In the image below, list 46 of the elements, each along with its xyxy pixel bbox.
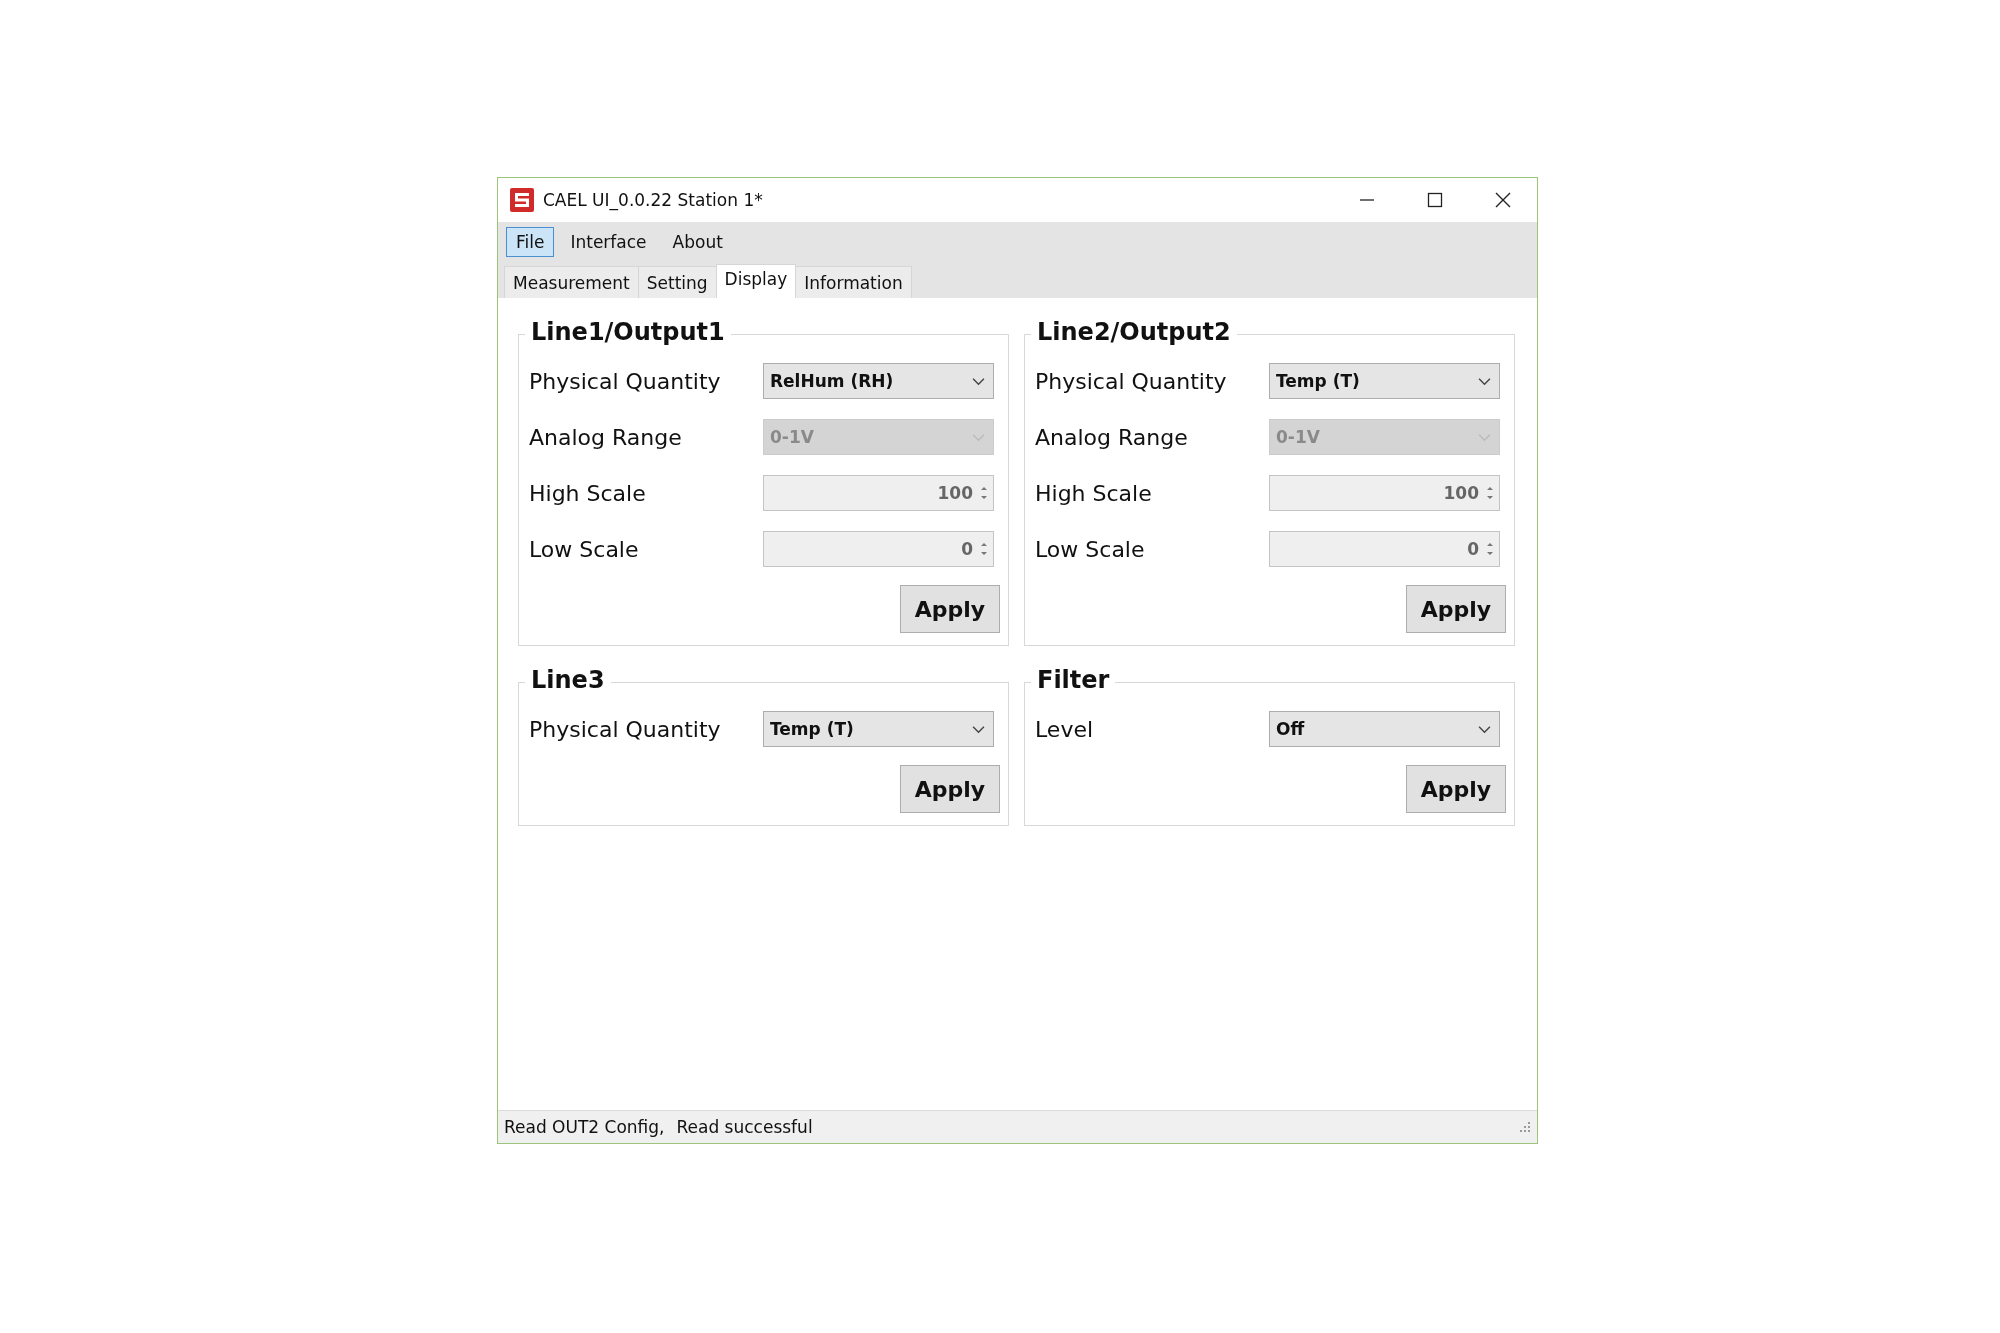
app-logo-icon bbox=[510, 188, 534, 212]
dropdown[interactable]: RelHum (RH) bbox=[763, 363, 994, 399]
field-label: Low Scale bbox=[529, 536, 640, 562]
dropdown: 0-1V bbox=[763, 419, 994, 455]
dropdown: 0-1V bbox=[1269, 419, 1500, 455]
dropdown[interactable]: Temp (T) bbox=[1269, 363, 1500, 399]
maximize-icon[interactable] bbox=[1427, 192, 1443, 208]
chevron-down-icon bbox=[1478, 376, 1491, 386]
window-title: CAEL UI_0.0.22 Station 1* bbox=[543, 190, 764, 210]
field-label: Physical Quantity bbox=[1035, 368, 1228, 394]
status-text: Read OUT2 Config, bbox=[504, 1117, 665, 1137]
chevron-down-icon bbox=[972, 432, 985, 442]
number-field: 0 bbox=[1269, 531, 1500, 567]
field-label: Analog Range bbox=[1035, 424, 1189, 450]
apply-button[interactable]: Apply bbox=[1406, 765, 1506, 813]
close-icon[interactable] bbox=[1495, 192, 1511, 208]
tab[interactable]: Setting bbox=[637, 266, 717, 298]
chevron-down-icon bbox=[1478, 432, 1491, 442]
menu-item[interactable]: About bbox=[662, 227, 733, 257]
tab[interactable]: Measurement bbox=[504, 266, 639, 298]
resize-grip-icon[interactable] bbox=[1519, 1121, 1531, 1133]
chevron-down-icon bbox=[1478, 724, 1491, 734]
chevron-down-icon bbox=[972, 724, 985, 734]
dropdown[interactable]: Off bbox=[1269, 711, 1500, 747]
menu-item[interactable]: File bbox=[506, 227, 555, 257]
menu-item[interactable]: Interface bbox=[560, 227, 657, 257]
number-field: 100 bbox=[763, 475, 994, 511]
apply-button[interactable]: Apply bbox=[1406, 585, 1506, 633]
group-title: Line1/Output1 bbox=[525, 318, 731, 346]
apply-button[interactable]: Apply bbox=[900, 765, 1000, 813]
field-label: High Scale bbox=[1035, 480, 1153, 506]
field-label: Analog Range bbox=[529, 424, 683, 450]
field-label: Level bbox=[1035, 716, 1095, 742]
field-label: Physical Quantity bbox=[529, 716, 722, 742]
field-label: Physical Quantity bbox=[529, 368, 722, 394]
number-field: 100 bbox=[1269, 475, 1500, 511]
tab[interactable]: Information bbox=[795, 266, 912, 298]
chevron-down-icon bbox=[972, 376, 985, 386]
number-field: 0 bbox=[763, 531, 994, 567]
tab[interactable]: Display bbox=[715, 264, 797, 298]
field-label: High Scale bbox=[529, 480, 647, 506]
apply-button[interactable]: Apply bbox=[900, 585, 1000, 633]
group-title: Line2/Output2 bbox=[1031, 318, 1237, 346]
status-text: Read successful bbox=[676, 1117, 813, 1137]
field-label: Low Scale bbox=[1035, 536, 1146, 562]
dropdown[interactable]: Temp (T) bbox=[763, 711, 994, 747]
